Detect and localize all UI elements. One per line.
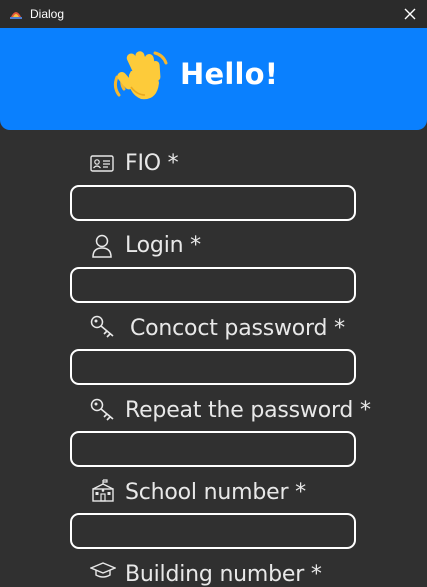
close-icon [404,8,416,20]
concoct-password-label: Concoct password * [130,316,345,341]
school-icon [92,479,114,502]
id-card-icon [90,155,114,172]
graduation-cap-icon [90,562,116,578]
school-number-label: School number * [125,480,306,505]
close-button[interactable] [393,0,427,28]
repeat-password-label: Repeat the password * [125,398,371,423]
waving-hand-icon [113,51,168,100]
school-number-input[interactable] [70,513,356,549]
window-title: Dialog [30,7,65,21]
app-logo-icon [10,12,22,19]
login-input[interactable] [70,267,356,303]
fio-input[interactable] [70,185,356,221]
fio-label: FIO * [125,151,179,176]
repeat-password-input[interactable] [70,431,356,467]
login-label: Login * [125,233,201,258]
greeting-title: Hello! [180,57,279,91]
password-input[interactable] [70,349,356,385]
title-bar: Dialog [0,0,427,28]
user-icon [92,234,112,258]
building-number-label: Building number * [125,562,322,587]
key-icon [90,398,114,421]
key-icon [90,315,114,338]
